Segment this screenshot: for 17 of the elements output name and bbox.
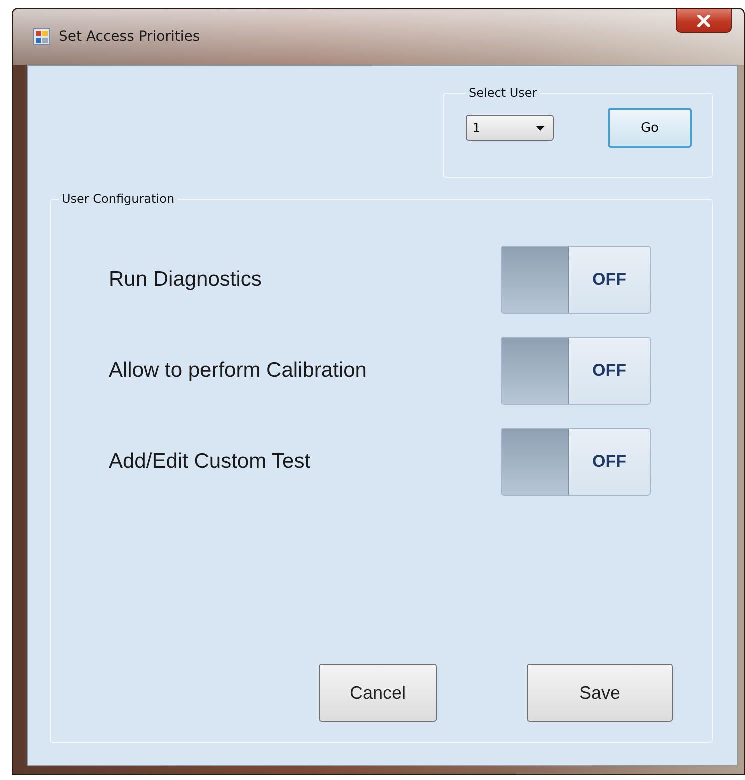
window-title: Set Access Priorities <box>59 29 202 45</box>
app-icon <box>33 28 51 46</box>
toggle-switch[interactable]: OFF <box>501 246 651 314</box>
setting-label: Run Diagnostics <box>109 268 263 292</box>
setting-label: Allow to perform Calibration <box>109 359 368 383</box>
setting-label: Add/Edit Custom Test <box>109 450 312 474</box>
toggle-switch[interactable]: OFF <box>501 337 651 405</box>
user-dropdown[interactable]: 1 <box>466 115 554 141</box>
group-label: Select User <box>468 86 538 100</box>
close-icon <box>697 14 711 26</box>
dialog-button[interactable]: Save <box>527 664 673 722</box>
close-button[interactable] <box>676 9 732 33</box>
dialog-button[interactable]: Cancel <box>319 664 437 722</box>
group-label: User Configuration <box>61 192 176 206</box>
go-button[interactable]: Go <box>608 108 692 148</box>
toggle-switch[interactable]: OFF <box>501 428 651 496</box>
caret-icon <box>536 126 545 130</box>
